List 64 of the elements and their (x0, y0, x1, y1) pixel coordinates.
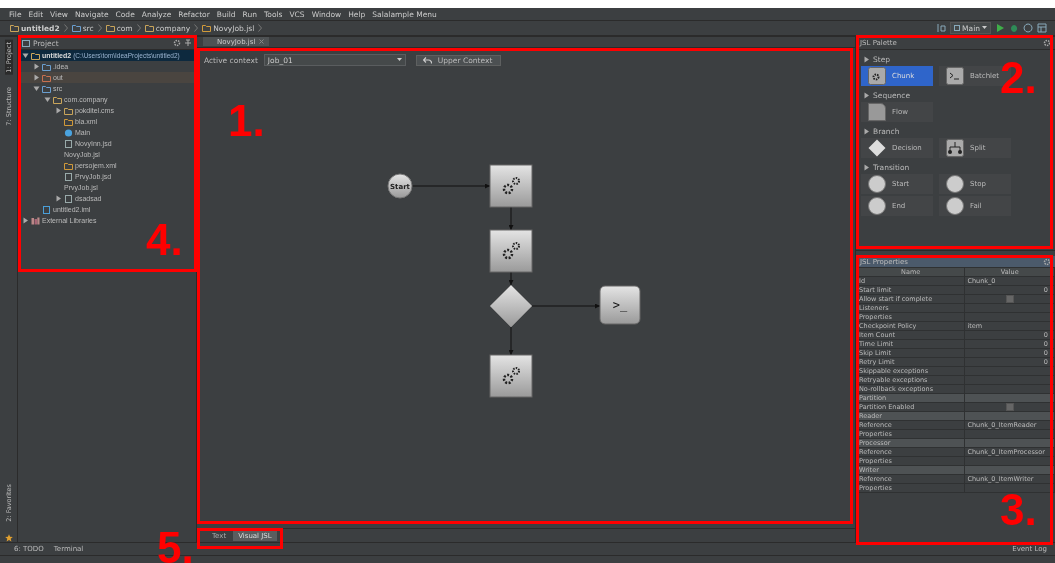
chevron-icon (258, 24, 263, 32)
flow-icon (868, 103, 886, 121)
expand-arrow-icon[interactable] (44, 96, 51, 103)
back-arrow-icon (422, 56, 432, 64)
expand-arrow-icon[interactable] (33, 63, 40, 70)
annotation-number: 4. (146, 218, 183, 262)
expand-arrow-icon[interactable] (33, 74, 40, 81)
folder-icon (105, 24, 115, 32)
connector-arrow (508, 326, 514, 356)
connector-arrow (508, 271, 514, 286)
settings-icon[interactable] (1043, 39, 1051, 47)
connector-arrow (531, 303, 601, 309)
pin-icon[interactable] (184, 39, 192, 47)
expand-arrow-icon[interactable] (33, 85, 40, 92)
annotation-number: 3. (1000, 488, 1037, 532)
folder-icon (10, 24, 19, 32)
library-icon (31, 216, 40, 225)
window-icon (954, 25, 961, 31)
circle-node-icon (946, 197, 964, 215)
diamond-icon (868, 139, 886, 157)
window-icon (22, 39, 30, 47)
circle-node-icon (946, 175, 964, 193)
annotation-number: 1. (228, 99, 265, 143)
folder-icon (71, 24, 81, 32)
expand-arrow-icon[interactable] (863, 128, 870, 135)
expand-arrow-icon[interactable] (22, 217, 29, 224)
circle-node-icon (868, 175, 886, 193)
expand-arrow-icon[interactable] (863, 164, 870, 171)
chevron-icon (97, 24, 102, 32)
settings-icon[interactable] (1043, 257, 1051, 266)
expand-arrow-icon[interactable] (863, 92, 870, 99)
settings-icon[interactable] (173, 39, 181, 47)
file-icon (64, 117, 73, 126)
chunk-node[interactable] (489, 229, 533, 273)
expand-arrow-icon[interactable] (55, 107, 62, 114)
connector-arrow (508, 206, 514, 231)
star-icon (4, 534, 13, 542)
folder-icon (144, 24, 154, 32)
structure-icon[interactable] (1037, 23, 1047, 33)
batchlet-node[interactable]: >_ (599, 285, 641, 325)
caret-icon (396, 58, 402, 62)
checkbox[interactable] (1005, 403, 1014, 411)
file-icon (64, 139, 73, 148)
file-icon (42, 205, 51, 214)
run-icon[interactable] (995, 23, 1005, 33)
checkbox[interactable] (1005, 295, 1014, 303)
chevron-icon (63, 24, 68, 32)
caret-icon (982, 26, 987, 30)
folder-icon (202, 24, 212, 32)
class-icon (64, 128, 73, 137)
chevron-icon (194, 24, 199, 32)
file-icon (64, 194, 73, 203)
chunk-node[interactable] (489, 354, 533, 398)
expand-arrow-icon[interactable] (22, 52, 29, 59)
expand-arrow-icon[interactable] (55, 195, 62, 202)
expand-arrow-icon[interactable] (863, 56, 870, 63)
terminal-icon (946, 67, 964, 85)
decision-node[interactable] (489, 284, 533, 328)
split-icon (946, 139, 964, 157)
gears-icon (868, 67, 886, 85)
annotation-number: 5. (157, 526, 194, 563)
chevron-icon (136, 24, 141, 32)
chunk-node[interactable] (489, 164, 533, 208)
circle-node-icon (868, 197, 886, 215)
